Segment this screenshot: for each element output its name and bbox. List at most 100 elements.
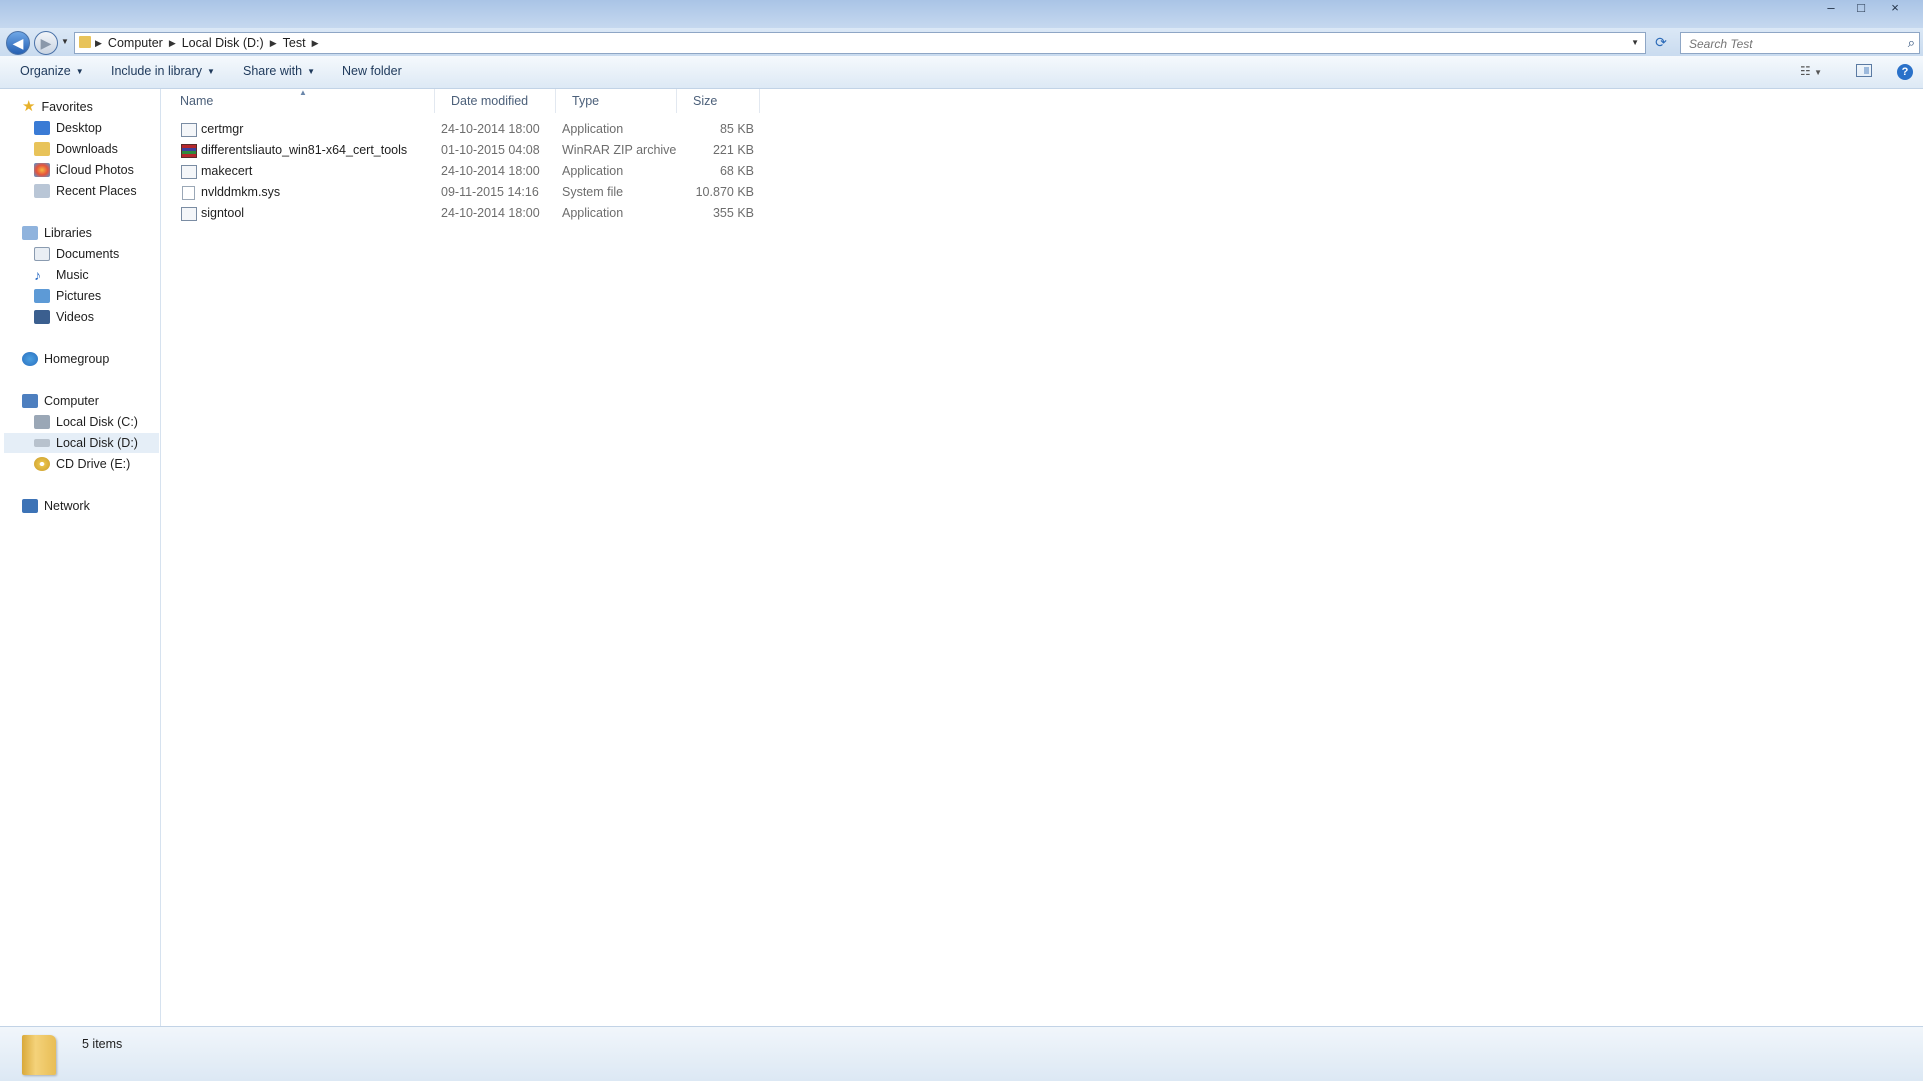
sidebar-item-music[interactable]: ♪ Music [34, 265, 89, 285]
column-header-size[interactable]: Size [677, 89, 760, 113]
include-in-library-button[interactable]: Include in library ▼ [111, 64, 215, 78]
folder-icon [22, 1035, 56, 1075]
file-date: 24-10-2014 18:00 [441, 206, 540, 220]
sidebar-item-libraries[interactable]: Libraries [22, 223, 92, 243]
new-folder-label: New folder [342, 64, 402, 78]
sort-ascending-icon: ▲ [299, 88, 307, 97]
local-disk-icon [34, 439, 50, 447]
back-button[interactable]: ◀ [6, 31, 30, 55]
file-type: Application [562, 164, 624, 178]
file-type: Application [562, 122, 624, 136]
chevron-down-icon: ▼ [75, 67, 84, 77]
sidebar-item-favorites[interactable]: ★ Favorites [22, 97, 93, 117]
search-icon[interactable]: ⌕ [1908, 35, 1915, 51]
file-name: differentsliauto_win81-x64_cert_tools [201, 143, 408, 157]
table-row[interactable]: makecert 24-10-2014 18:00 Application 68… [161, 161, 761, 182]
sidebar-item-videos[interactable]: Videos [34, 307, 94, 327]
table-row[interactable]: nvlddmkm.sys 09-11-2015 14:16 System fil… [161, 182, 761, 203]
sidebar-item-homegroup[interactable]: Homegroup [22, 349, 109, 369]
new-folder-button[interactable]: New folder [342, 64, 402, 78]
sidebar-item-label: Homegroup [44, 352, 110, 366]
sidebar-item-network[interactable]: Network [22, 496, 90, 516]
file-type: WinRAR ZIP archive [562, 143, 677, 157]
share-with-button[interactable]: Share with ▼ [243, 64, 315, 78]
homegroup-icon [22, 352, 38, 366]
sidebar-item-label: Videos [56, 310, 94, 324]
file-size: 10.870 KB [695, 185, 754, 199]
column-header-date-modified[interactable]: Date modified [435, 89, 556, 113]
videos-icon [34, 310, 50, 324]
file-date: 24-10-2014 18:00 [441, 164, 540, 178]
sidebar-item-label: Downloads [56, 142, 118, 156]
refresh-button[interactable]: ⟳ [1652, 34, 1670, 52]
sidebar-item-downloads[interactable]: Downloads [34, 139, 118, 159]
table-row[interactable]: differentsliauto_win81-x64_cert_tools 01… [161, 140, 761, 161]
sidebar-item-documents[interactable]: Documents [34, 244, 119, 264]
sidebar-item-recent-places[interactable]: Recent Places [34, 181, 137, 201]
file-type: Application [562, 206, 624, 220]
sidebar-item-local-disk-c[interactable]: Local Disk (C:) [34, 412, 138, 432]
application-icon [181, 165, 197, 179]
file-date: 09-11-2015 14:16 [441, 185, 539, 199]
sidebar-item-label: Local Disk (D:) [56, 436, 138, 450]
sidebar-item-computer[interactable]: Computer [22, 391, 99, 411]
sidebar-item-cd-drive-e[interactable]: CD Drive (E:) [34, 454, 130, 474]
breadcrumb-test[interactable]: Test [283, 36, 306, 50]
chevron-right-icon[interactable]: ▶ [312, 38, 319, 49]
table-row[interactable]: signtool 24-10-2014 18:00 Application 35… [161, 203, 761, 224]
breadcrumb-local-disk-d[interactable]: Local Disk (D:) [182, 36, 264, 50]
chevron-right-icon[interactable]: ▶ [270, 38, 277, 49]
column-header-name[interactable]: Name ▲ [161, 88, 435, 113]
breadcrumb-computer[interactable]: Computer [108, 36, 163, 50]
file-date: 24-10-2014 18:00 [441, 122, 540, 136]
chevron-down-icon: ▼ [207, 67, 215, 77]
recent-pages-dropdown-icon[interactable]: ▼ [61, 37, 69, 46]
file-size: 221 KB [712, 143, 754, 157]
preview-pane-button[interactable] [1856, 64, 1872, 77]
help-icon: ? [1901, 66, 1909, 78]
organize-button[interactable]: Organize ▼ [20, 64, 84, 78]
file-name: signtool [201, 206, 245, 220]
documents-icon [34, 247, 50, 261]
sidebar-item-label: Music [56, 268, 89, 282]
close-button[interactable]: × [1880, 0, 1910, 18]
sidebar-item-label: CD Drive (E:) [56, 457, 131, 471]
file-name: certmgr [201, 122, 244, 136]
sidebar-item-icloud-photos[interactable]: iCloud Photos [34, 160, 134, 180]
column-header-label: Name [180, 94, 214, 108]
pictures-icon [34, 289, 50, 303]
forward-button[interactable]: ▶ [34, 31, 58, 55]
include-in-library-label: Include in library [111, 64, 203, 78]
sidebar-item-label: Documents [56, 247, 120, 261]
sidebar-item-desktop[interactable]: Desktop [34, 118, 102, 138]
help-button[interactable]: ? [1897, 64, 1913, 80]
sidebar-item-local-disk-d[interactable]: Local Disk (D:) [4, 433, 159, 453]
address-history-dropdown-icon[interactable]: ▼ [1631, 38, 1639, 47]
chevron-right-icon[interactable]: ▶ [169, 38, 176, 49]
change-view-button[interactable]: ☷ ▼ [1800, 64, 1822, 78]
file-name: makecert [201, 164, 253, 178]
maximize-button[interactable]: □ [1846, 0, 1876, 18]
address-bar: ◀ ▶ ▼ ▶ Computer ▶ Local Disk (D:) ▶ Tes… [0, 28, 1923, 56]
recent-places-icon [34, 184, 50, 198]
breadcrumb[interactable]: ▶ Computer ▶ Local Disk (D:) ▶ Test ▶ ▼ [74, 32, 1646, 54]
sidebar-item-label: Computer [44, 394, 99, 408]
file-size: 355 KB [712, 206, 754, 220]
search-box[interactable]: ⌕ [1680, 32, 1920, 54]
search-input[interactable] [1687, 35, 1891, 53]
sidebar-item-label: Favorites [41, 100, 93, 114]
chevron-right-icon[interactable]: ▶ [95, 38, 102, 49]
minimize-button[interactable]: – [1816, 0, 1846, 18]
sidebar-item-label: Desktop [56, 121, 102, 135]
column-header-type[interactable]: Type [556, 89, 677, 113]
file-name: nvlddmkm.sys [201, 185, 281, 199]
libraries-icon [22, 226, 38, 240]
sidebar-item-pictures[interactable]: Pictures [34, 286, 101, 306]
table-row[interactable]: certmgr 24-10-2014 18:00 Application 85 … [161, 119, 761, 140]
file-type: System file [562, 185, 624, 199]
sidebar-item-label: Libraries [44, 226, 92, 240]
file-list: Name ▲ Date modified Type Size certmgr 2… [161, 88, 1923, 1026]
command-bar: Organize ▼ Include in library ▼ Share with… [0, 56, 1923, 89]
sidebar-item-label: Recent Places [56, 184, 137, 198]
view-options-icon: ☷ [1800, 64, 1811, 78]
